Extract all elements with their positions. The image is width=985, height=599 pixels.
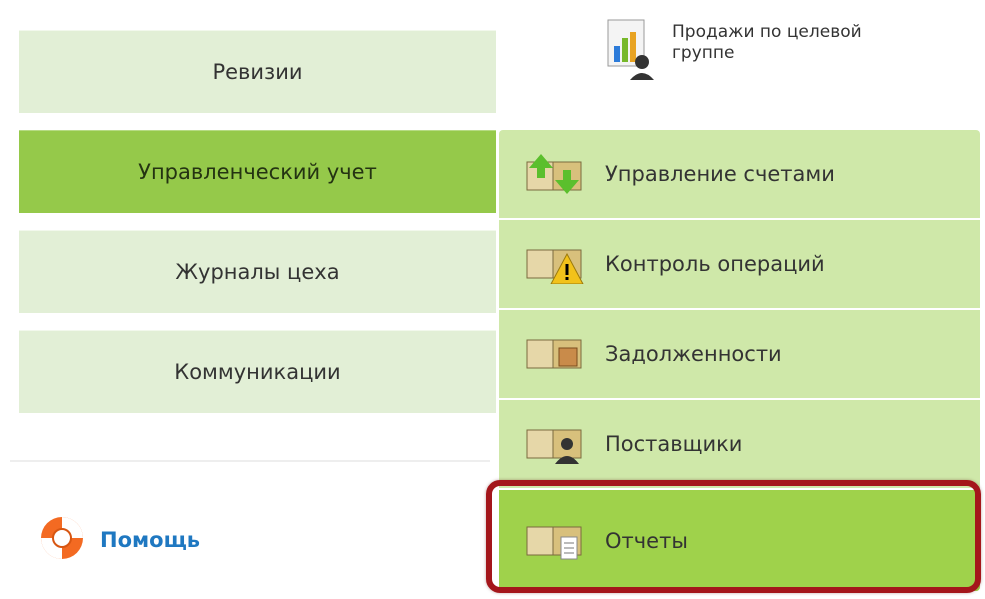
submenu-label: Поставщики xyxy=(605,432,743,456)
lifebuoy-icon xyxy=(36,512,88,568)
selection-highlight xyxy=(486,480,981,593)
submenu-label: Контроль операций xyxy=(605,252,825,276)
nav-item-revisions[interactable]: Ревизии xyxy=(19,30,496,113)
nav-divider xyxy=(10,460,490,462)
report-item-target-group-sales[interactable]: Продажи по целевой группе xyxy=(606,18,862,84)
help-link[interactable]: Помощь xyxy=(36,512,200,568)
accounts-management-icon xyxy=(523,154,585,194)
suppliers-icon xyxy=(523,424,585,464)
help-label: Помощь xyxy=(100,528,201,552)
submenu-item-accounts-management[interactable]: Управление счетами xyxy=(499,130,980,220)
submenu-item-suppliers[interactable]: Поставщики xyxy=(499,400,980,490)
submenu-item-operations-control[interactable]: Контроль операций xyxy=(499,220,980,310)
nav-item-communications[interactable]: Коммуникации xyxy=(19,330,496,413)
report-label-line2: группе xyxy=(672,43,735,63)
debts-icon xyxy=(523,334,585,374)
nav-item-shop-journals[interactable]: Журналы цеха xyxy=(19,230,496,313)
report-label-line1: Продажи по целевой xyxy=(672,22,862,42)
nav-item-management-accounting[interactable]: Управленческий учет xyxy=(19,130,496,213)
operations-control-icon xyxy=(523,244,585,285)
submenu-label: Задолженности xyxy=(605,342,782,366)
sales-report-icon xyxy=(606,18,656,84)
submenu-item-debts[interactable]: Задолженности xyxy=(499,310,980,400)
submenu-label: Управление счетами xyxy=(605,162,835,186)
